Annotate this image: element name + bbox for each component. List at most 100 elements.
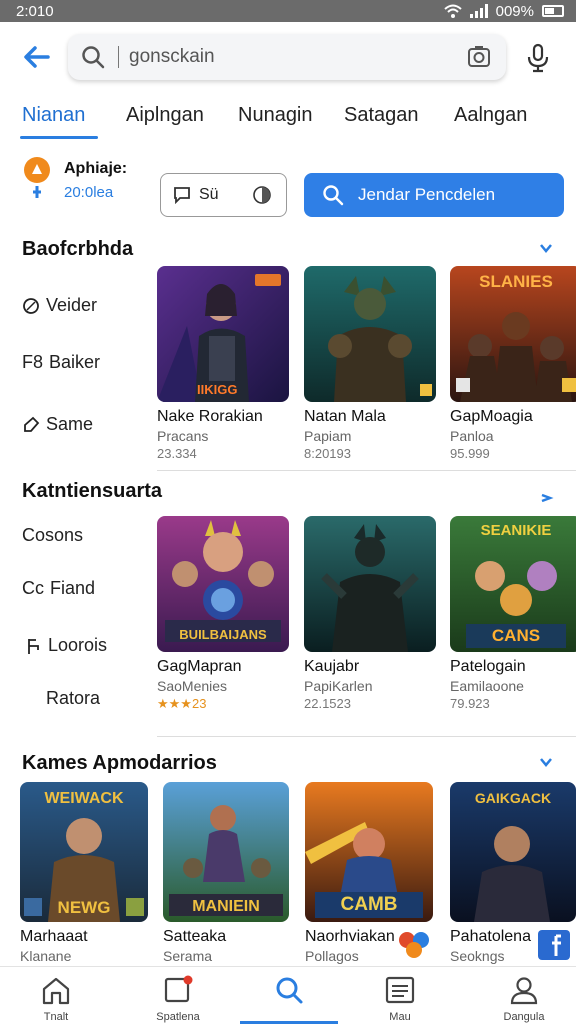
game-logo-text: GAIKGACK — [474, 790, 552, 806]
game-logo-text: MANIEIN — [192, 898, 260, 915]
status-bar: 2:010 009% — [0, 0, 576, 22]
game-card[interactable]: BUILBAIJANS GagMapran SaoMenies ★★★23 — [157, 516, 289, 712]
side-filter-cosons[interactable]: Cosons — [22, 525, 83, 546]
tab-satagan[interactable]: Satagan — [344, 104, 419, 127]
side-filter-label: Cosons — [22, 525, 84, 545]
signal-icon — [469, 4, 488, 18]
category-tabs: Nianan Aiplngan Nunagin Satagan Aalngan — [0, 96, 576, 140]
side-filter-label: Baiker — [49, 352, 101, 372]
battery-icon — [542, 5, 564, 17]
game-logo-text: SLANIES — [479, 272, 553, 291]
game-thumbnail: SLANIES — [450, 266, 576, 402]
game-title: GagMapran — [157, 658, 242, 675]
search-icon — [82, 46, 105, 69]
lens-icon[interactable] — [466, 44, 492, 70]
search-bar[interactable] — [68, 34, 506, 80]
status-time: 2:010 — [16, 2, 54, 20]
location-title: Aphiaje: — [64, 160, 128, 177]
game-logo-text: BUILBAIJANS — [179, 627, 267, 642]
game-logo-text: NEWG — [57, 898, 111, 917]
side-filter-label: Loorois — [48, 635, 108, 655]
chat-icon — [174, 187, 190, 204]
game-thumbnail — [304, 266, 436, 402]
nav-home[interactable]: Tnalt — [16, 975, 96, 1023]
section-title-1: Baofcrbhda — [22, 238, 134, 260]
game-developer: Eamilaoone — [450, 678, 524, 694]
filter-row: Aphiaje: 20:0lea Sü Jendar Pencdelen — [0, 150, 576, 224]
game-downloads: 95.999 — [450, 446, 490, 461]
side-filter-veider[interactable]: Veider — [22, 295, 97, 316]
chevron-down-icon[interactable] — [538, 240, 554, 256]
search-input[interactable] — [129, 46, 449, 68]
side-filter-same[interactable]: Same — [22, 414, 93, 435]
side-filter-baiker[interactable]: F8 Baiker — [22, 352, 100, 373]
svg-text:IIKIGG: IIKIGG — [197, 382, 237, 397]
game-downloads: 79.923 — [450, 696, 490, 711]
game-developer: Klanane — [20, 948, 72, 964]
game-card[interactable]: Natan Mala Papiam 8:20193 — [304, 266, 436, 461]
game-card[interactable]: CAMB Naorhviakan Pollagos — [305, 782, 433, 964]
chevron-right-icon[interactable] — [538, 490, 554, 506]
game-card[interactable]: SEANIKIE CANS Patelogain Eamilaoone 79.9… — [450, 516, 576, 711]
location-pin-icon — [24, 157, 50, 198]
social-share-icon[interactable] — [538, 930, 570, 960]
nav-menu[interactable]: Mau — [360, 975, 440, 1023]
side-filter-label: Same — [46, 414, 94, 434]
list-icon — [385, 976, 415, 1004]
search-icon — [276, 977, 303, 1004]
nav-label: Tnalt — [43, 1011, 69, 1023]
location-subtitle[interactable]: 20:0lea — [64, 184, 113, 201]
game-thumbnail: SEANIKIE CANS — [450, 516, 576, 652]
chevron-down-icon[interactable] — [538, 754, 554, 770]
nav-profile[interactable]: Dangula — [484, 975, 564, 1023]
side-filter-loorois[interactable]: Loorois — [26, 635, 107, 656]
pinwheel-icon — [399, 932, 429, 958]
game-developer: Pracans — [157, 428, 209, 444]
tab-aalngan[interactable]: Aalngan — [454, 104, 527, 127]
game-title: Marhaaat — [20, 928, 88, 945]
home-icon — [42, 977, 70, 1005]
divider — [157, 736, 576, 737]
game-downloads: 23.334 — [157, 446, 197, 461]
game-card[interactable]: SLANIES GapMoagia Panloa 95.999 — [450, 266, 576, 461]
game-title: Kaujabr — [304, 658, 360, 675]
game-downloads: 8:20193 — [304, 446, 351, 461]
game-title: Satteaka — [163, 928, 227, 945]
game-thumbnail — [304, 516, 436, 652]
nav-notifications[interactable]: Spatlena — [138, 975, 218, 1023]
game-thumbnail: MANIEIN — [163, 782, 289, 922]
sort-chip-button[interactable]: Sü — [160, 173, 287, 217]
status-icons: 009% — [443, 3, 564, 20]
game-card[interactable]: Kaujabr PapiKarlen 22.1523 — [304, 516, 436, 711]
tab-aiplngan[interactable]: Aiplngan — [126, 104, 204, 127]
game-rating: ★★★23 — [157, 696, 207, 711]
game-title: Natan Mala — [304, 408, 386, 425]
side-filter-ratora[interactable]: Ratora — [46, 688, 100, 709]
nav-label: Mau — [389, 1011, 411, 1023]
side-filter-prefix: Cc — [22, 578, 44, 598]
game-card[interactable]: IIKIGG Nake Rorakian Pracans 23.334 — [157, 266, 289, 461]
game-card[interactable]: MANIEIN Satteaka Serama — [163, 782, 289, 964]
side-filter-label: Veider — [46, 295, 98, 315]
search-action-button[interactable]: Jendar Pencdelen — [304, 173, 564, 217]
game-title: Nake Rorakian — [157, 408, 263, 425]
game-card[interactable]: GAIKGACK Pahatolena Seokngs — [450, 782, 576, 964]
search-action-label: Jendar Pencdelen — [358, 185, 496, 204]
game-logo-text: SEANIKIE — [480, 522, 552, 539]
tag-icon — [23, 297, 39, 314]
bottom-navigation: Tnalt Spatlena Mau Dangula — [0, 966, 576, 1024]
toggle-icon — [253, 186, 271, 204]
game-card[interactable]: WEIWACK NEWG Marhaaat Klanane — [20, 782, 148, 964]
section-title-3: Kames Apmodarrios — [22, 752, 217, 774]
tab-nianan[interactable]: Nianan — [22, 104, 85, 127]
microphone-icon[interactable] — [520, 40, 556, 76]
game-logo-text: CAMB — [340, 894, 398, 915]
side-filter-label: Fiand — [50, 578, 96, 598]
section-title-2: Katntiensuarta — [22, 480, 163, 502]
side-filter-fiand[interactable]: Cc Fiand — [22, 578, 95, 599]
tab-nunagin[interactable]: Nunagin — [238, 104, 313, 127]
game-logo-text: CANS — [491, 626, 541, 645]
back-arrow-icon[interactable] — [20, 40, 54, 74]
game-developer: Panloa — [450, 428, 494, 444]
nav-search[interactable] — [249, 975, 329, 1011]
